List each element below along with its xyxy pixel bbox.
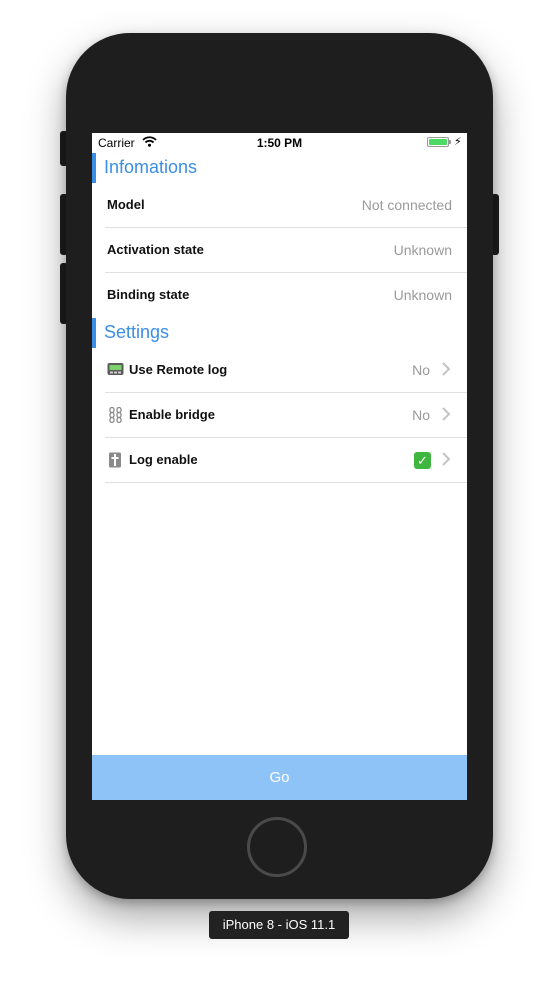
battery-tip <box>449 140 451 144</box>
info-row-binding: Binding state Unknown <box>92 273 467 318</box>
row-label: Enable bridge <box>129 407 215 422</box>
section-title: Infomations <box>104 157 198 177</box>
home-button[interactable] <box>247 817 307 877</box>
row-label: Activation state <box>107 242 204 257</box>
section-header-settings: Settings <box>92 318 467 348</box>
row-label: Use Remote log <box>129 362 228 377</box>
go-button[interactable]: Go <box>92 755 467 800</box>
settings-row-log-enable[interactable]: Log enable ✓ <box>92 438 467 483</box>
section-title: Settings <box>104 322 170 342</box>
divider <box>105 482 467 483</box>
row-value: Not connected <box>361 197 452 213</box>
settings-row-remote-log[interactable]: Use Remote log No <box>92 348 467 393</box>
battery-icon <box>427 137 449 147</box>
pager-icon <box>107 362 125 378</box>
row-value: No <box>412 362 430 378</box>
clock: 1:50 PM <box>256 136 303 150</box>
chain-link-icon <box>107 406 125 424</box>
screen: Carrier 1:50 PM ⚡ Infomations Model Not … <box>92 133 467 800</box>
chevron-right-icon <box>439 450 453 468</box>
section-header-info: Infomations <box>92 153 467 183</box>
chevron-right-icon <box>439 405 453 423</box>
device-label: iPhone 8 - iOS 11.1 <box>209 911 349 939</box>
dagger-icon <box>107 452 125 468</box>
row-value: No <box>412 407 430 423</box>
info-row-model: Model Not connected <box>92 183 467 228</box>
settings-row-bridge[interactable]: Enable bridge No <box>92 393 467 438</box>
row-label: Binding state <box>107 287 190 302</box>
info-row-activation: Activation state Unknown <box>92 228 467 273</box>
row-value: Unknown <box>393 287 452 303</box>
chevron-right-icon <box>439 360 453 378</box>
row-value: Unknown <box>393 242 452 258</box>
check-mark-icon: ✓ <box>414 452 431 469</box>
row-label: Model <box>107 197 145 212</box>
status-bar: Carrier 1:50 PM ⚡ <box>92 133 467 153</box>
row-label: Log enable <box>129 452 198 467</box>
charging-bolt-icon: ⚡ <box>454 136 462 148</box>
